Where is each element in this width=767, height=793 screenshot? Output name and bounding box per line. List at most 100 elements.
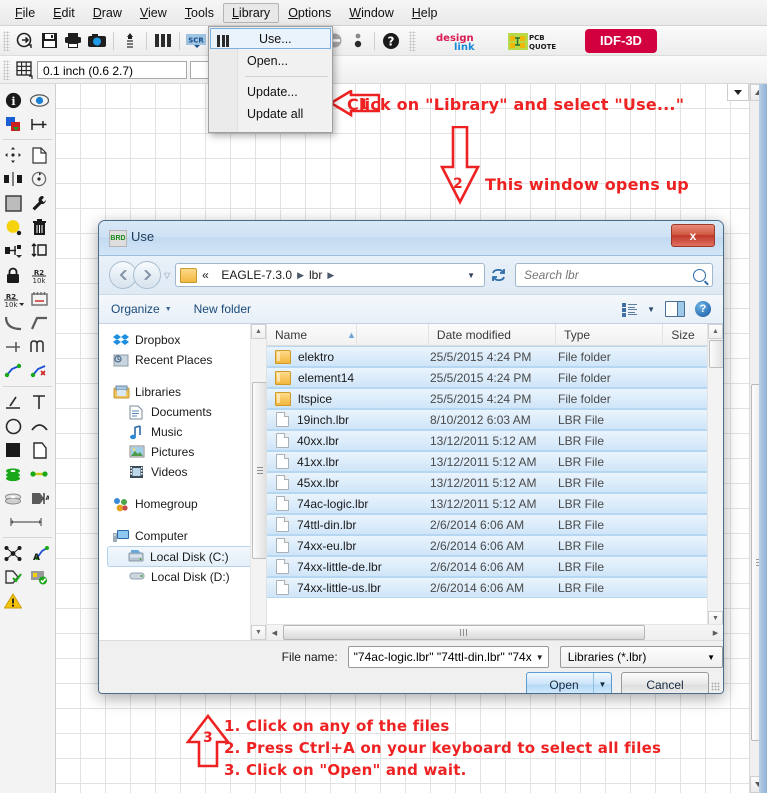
- drc-icon[interactable]: [26, 565, 52, 589]
- file-list-vertical-scrollbar[interactable]: ▲ ▼: [707, 324, 723, 626]
- menu-help[interactable]: Help: [403, 3, 447, 23]
- move-icon[interactable]: [0, 143, 26, 167]
- table-row[interactable]: 40xx.lbr 13/12/2011 5:12 AM LBR File: [267, 430, 723, 451]
- menu-item-update-all[interactable]: Update all: [209, 103, 332, 125]
- nav-scroll-down-button[interactable]: ▼: [251, 625, 266, 640]
- table-row[interactable]: 74xx-little-de.lbr 2/6/2014 6:06 AM LBR Fi…: [267, 556, 723, 577]
- nav-item-music[interactable]: Music: [99, 422, 266, 442]
- open-chevron-down-icon[interactable]: ▼: [593, 673, 611, 693]
- info-icon[interactable]: i: [0, 88, 26, 112]
- mirror-icon[interactable]: [0, 167, 26, 191]
- table-row[interactable]: 74ttl-din.lbr 2/6/2014 6:06 AM LBR File: [267, 514, 723, 535]
- column-type[interactable]: Type: [556, 324, 664, 345]
- menu-window[interactable]: Window: [340, 3, 402, 23]
- copy-icon[interactable]: [26, 143, 52, 167]
- file-type-filter[interactable]: Libraries (*.lbr) ▼: [559, 646, 723, 668]
- table-row[interactable]: 74xx-little-us.lbr 2/6/2014 6:06 AM LBR Fi…: [267, 577, 723, 598]
- nav-item-computer[interactable]: Computer: [99, 526, 266, 546]
- nav-pane-scrollbar[interactable]: ▲ ▼: [250, 324, 266, 640]
- add-part-icon[interactable]: [0, 239, 26, 263]
- search-box[interactable]: [515, 263, 713, 287]
- more-options-icon[interactable]: [346, 29, 370, 53]
- table-row[interactable]: element14 25/5/2015 4:24 PM File folder: [267, 367, 723, 388]
- menu-item-use[interactable]: Use...: [210, 28, 331, 49]
- hscroll-right-button[interactable]: ▶: [708, 625, 723, 640]
- replace-icon[interactable]: [26, 239, 52, 263]
- nav-item-recent-places[interactable]: Recent Places: [99, 350, 266, 370]
- paste-circle-icon[interactable]: [0, 215, 26, 239]
- table-row[interactable]: elektro 25/5/2015 4:24 PM File folder: [267, 346, 723, 367]
- brand-toolbar-grip[interactable]: [409, 30, 416, 51]
- table-row[interactable]: 74xx-eu.lbr 2/6/2014 6:06 AM LBR File: [267, 535, 723, 556]
- dimension-icon[interactable]: [0, 510, 52, 534]
- menu-library[interactable]: Library: [222, 2, 280, 23]
- hscroll-thumb[interactable]: [283, 625, 645, 640]
- forward-button[interactable]: [133, 261, 161, 289]
- menu-edit[interactable]: Edit: [44, 3, 84, 23]
- name-icon[interactable]: R2 10k: [26, 263, 52, 287]
- miter-icon[interactable]: [0, 311, 26, 335]
- attribute-icon[interactable]: AT: [26, 486, 52, 510]
- board-switch-icon[interactable]: [118, 29, 142, 53]
- change-wrench-icon[interactable]: [26, 191, 52, 215]
- canvas-top-dropdown[interactable]: [727, 84, 749, 101]
- table-row[interactable]: 74ac-logic.lbr 13/12/2011 5:12 AM LBR File: [267, 493, 723, 514]
- save-icon[interactable]: [37, 29, 61, 53]
- hscroll-left-button[interactable]: ◀: [267, 625, 282, 640]
- breadcrumb-prefix[interactable]: «: [202, 268, 209, 282]
- table-row[interactable]: 41xx.lbr 13/12/2011 5:12 AM LBR File: [267, 451, 723, 472]
- toolbar-grip[interactable]: [3, 30, 10, 51]
- smash-icon[interactable]: [26, 287, 52, 311]
- table-row[interactable]: ltspice 25/5/2015 4:24 PM File folder: [267, 388, 723, 409]
- refresh-icon[interactable]: [487, 263, 509, 287]
- help-question-icon[interactable]: ?: [379, 29, 403, 53]
- nav-item-pictures[interactable]: Pictures: [99, 442, 266, 462]
- cancel-button[interactable]: Cancel: [621, 672, 709, 693]
- table-row[interactable]: 19inch.lbr 8/10/2012 6:03 AM LBR File: [267, 409, 723, 430]
- close-button[interactable]: x: [671, 224, 715, 247]
- search-input[interactable]: [522, 267, 693, 283]
- open-button[interactable]: Open ▼: [526, 672, 612, 693]
- nav-scroll-up-button[interactable]: ▲: [251, 324, 266, 339]
- ratsnest-icon[interactable]: [0, 541, 26, 565]
- split-icon[interactable]: [26, 311, 52, 335]
- circle-icon[interactable]: [0, 414, 26, 438]
- file-name-chevron-down-icon[interactable]: ▼: [532, 653, 548, 662]
- rotate-icon[interactable]: [26, 167, 52, 191]
- new-folder-button[interactable]: New folder: [194, 302, 251, 316]
- rect-icon[interactable]: [0, 438, 26, 462]
- menu-draw[interactable]: Draw: [84, 3, 131, 23]
- menu-view[interactable]: View: [131, 3, 176, 23]
- help-icon[interactable]: ?: [695, 301, 711, 317]
- value-icon[interactable]: R2 10k: [0, 287, 26, 311]
- script-icon[interactable]: SCR: [184, 29, 208, 53]
- text-icon[interactable]: [26, 390, 52, 414]
- file-scroll-up-button[interactable]: ▲: [708, 324, 723, 339]
- address-bar[interactable]: « EAGLE-7.3.0 ▶ lbr ▶ ▼: [175, 263, 485, 287]
- table-row[interactable]: 45xx.lbr 13/12/2011 5:12 AM LBR File: [267, 472, 723, 493]
- open-project-icon[interactable]: [13, 29, 37, 53]
- nav-scroll-thumb[interactable]: [252, 382, 266, 559]
- breadcrumb-eagle[interactable]: EAGLE-7.3.0: [221, 268, 292, 282]
- menu-options[interactable]: Options: [279, 3, 340, 23]
- junction-icon[interactable]: [0, 335, 26, 359]
- show-eye-icon[interactable]: [26, 88, 52, 112]
- nav-item-dropbox[interactable]: Dropbox: [99, 330, 266, 350]
- grid-icon[interactable]: [13, 58, 37, 82]
- print-icon[interactable]: [61, 29, 85, 53]
- nav-item-local-disk-c[interactable]: Local Disk (C:): [107, 546, 260, 567]
- via-icon[interactable]: [0, 462, 26, 486]
- recent-locations-icon[interactable]: ▽: [164, 271, 170, 280]
- file-scroll-thumb[interactable]: [709, 340, 723, 368]
- file-list-horizontal-scrollbar[interactable]: ◀ ▶: [267, 624, 723, 640]
- resize-grip[interactable]: [711, 682, 720, 691]
- design-link-button[interactable]: design link: [433, 29, 485, 53]
- nav-item-libraries[interactable]: Libraries: [99, 382, 266, 402]
- coordinate-display[interactable]: 0.1 inch (0.6 2.7): [37, 60, 187, 79]
- lock-icon[interactable]: [0, 263, 26, 287]
- name-net-icon[interactable]: A: [26, 541, 52, 565]
- menu-item-open[interactable]: Open...: [209, 50, 332, 72]
- library-bars-icon[interactable]: [151, 29, 175, 53]
- nav-item-documents[interactable]: Documents: [99, 402, 266, 422]
- nav-item-local-disk-d[interactable]: Local Disk (D:): [99, 567, 266, 587]
